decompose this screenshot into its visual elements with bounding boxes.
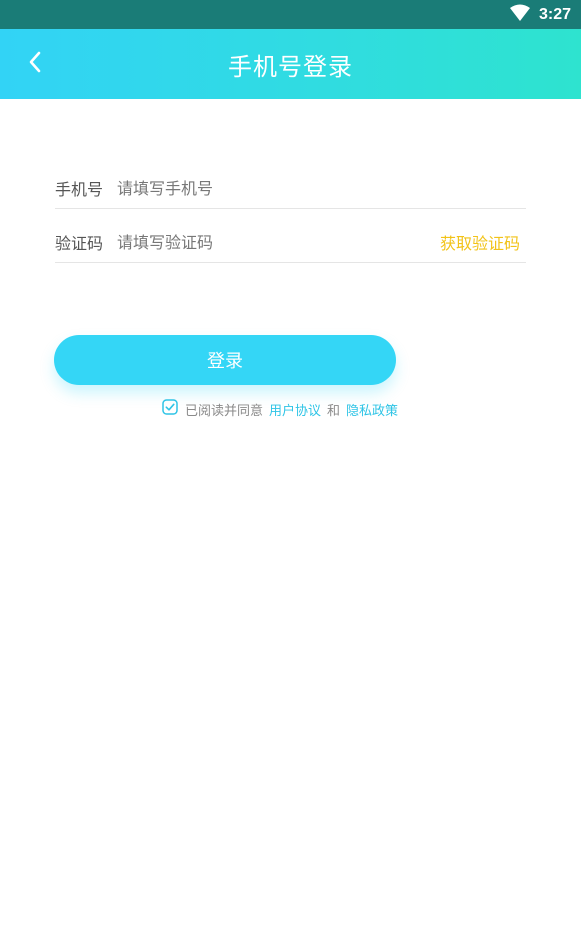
agreement-prefix: 已阅读并同意 — [185, 403, 264, 419]
agreement-checkbox[interactable] — [162, 399, 178, 419]
agreement-and: 和 — [327, 403, 341, 419]
agreement-row: 已阅读并同意 用户协议 和 隐私政策 — [162, 399, 398, 419]
status-icons: 3:27 — [509, 4, 571, 26]
login-button[interactable]: 登录 — [54, 335, 396, 385]
checkbox-checked-icon — [162, 399, 178, 419]
code-row: 验证码 获取验证码 — [55, 222, 526, 263]
code-label: 验证码 — [55, 234, 104, 253]
get-code-button[interactable]: 获取验证码 — [440, 230, 526, 254]
wifi-icon — [509, 4, 531, 26]
privacy-policy-link[interactable]: 隐私政策 — [346, 400, 398, 419]
status-time: 3:27 — [538, 6, 571, 23]
user-agreement-link[interactable]: 用户协议 — [269, 400, 321, 419]
phone-input[interactable] — [117, 178, 526, 198]
app-bar: 手机号登录 — [0, 29, 581, 99]
phone-label: 手机号 — [55, 180, 104, 199]
phone-row: 手机号 — [55, 168, 526, 209]
code-input[interactable] — [117, 232, 440, 252]
status-bar: 3:27 — [0, 0, 581, 29]
page-title: 手机号登录 — [228, 52, 353, 81]
